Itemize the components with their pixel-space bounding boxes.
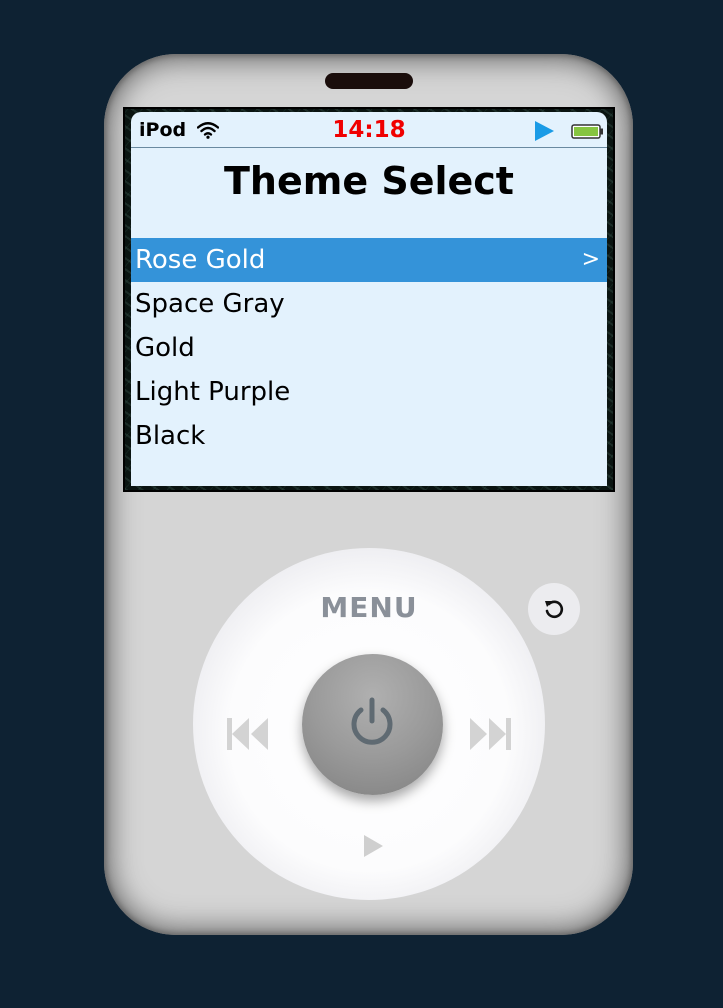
ipod-device: iPod 14:18 Theme Select Rose Gold > Spac… bbox=[104, 54, 633, 935]
list-item-space-gray[interactable]: Space Gray bbox=[131, 282, 607, 326]
list-item-rose-gold[interactable]: Rose Gold > bbox=[131, 238, 607, 282]
previous-track-icon[interactable] bbox=[225, 716, 271, 752]
list-item-label: Black bbox=[135, 421, 206, 451]
list-item-label: Light Purple bbox=[135, 377, 291, 407]
list-item-light-purple[interactable]: Light Purple bbox=[131, 370, 607, 414]
list-item-gold[interactable]: Gold bbox=[131, 326, 607, 370]
reset-button[interactable] bbox=[528, 583, 580, 635]
list-item-label: Rose Gold bbox=[135, 245, 266, 275]
chevron-right-icon: > bbox=[581, 247, 600, 272]
center-select-button[interactable] bbox=[302, 654, 443, 795]
page-title: Theme Select bbox=[224, 159, 514, 203]
screen-frame: iPod 14:18 Theme Select Rose Gold > Spac… bbox=[123, 107, 615, 492]
theme-list: Rose Gold > Space Gray Gold Light Purple… bbox=[131, 238, 607, 458]
status-bar: iPod 14:18 bbox=[131, 112, 607, 148]
list-item-label: Gold bbox=[135, 333, 195, 363]
speaker-grille bbox=[325, 73, 413, 89]
menu-button[interactable]: MENU bbox=[193, 591, 545, 624]
screen: iPod 14:18 Theme Select Rose Gold > Spac… bbox=[131, 112, 607, 486]
list-item-black[interactable]: Black bbox=[131, 414, 607, 458]
play-indicator-icon bbox=[535, 121, 554, 141]
play-icon[interactable] bbox=[361, 834, 385, 858]
next-track-icon[interactable] bbox=[467, 716, 513, 752]
power-icon bbox=[351, 697, 393, 745]
battery-icon bbox=[571, 124, 603, 139]
click-wheel[interactable]: MENU bbox=[193, 548, 545, 900]
reset-icon bbox=[545, 600, 564, 619]
list-item-label: Space Gray bbox=[135, 289, 285, 319]
